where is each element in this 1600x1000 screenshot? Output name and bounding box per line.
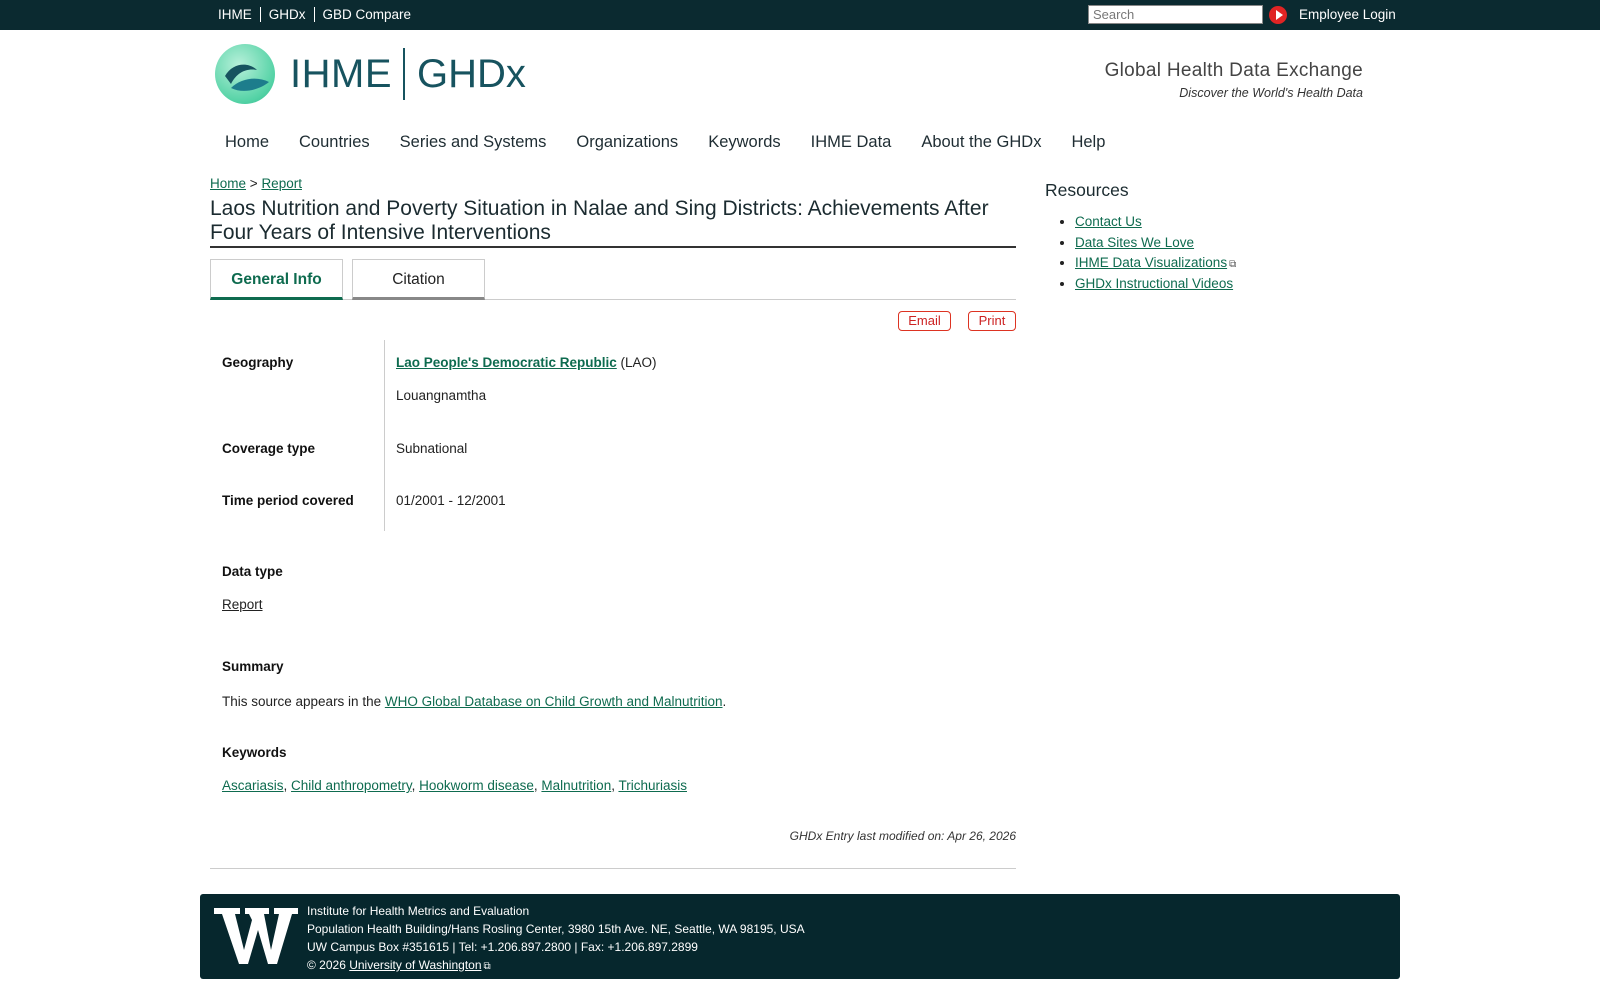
- footer-contact: UW Campus Box #351615 | Tel: +1.206.897.…: [307, 940, 698, 954]
- sidebar-item-contact: Contact Us: [1075, 214, 1236, 229]
- footer-copyright: © 2026 University of Washington ⧉: [307, 956, 805, 976]
- geography-code: (LAO): [620, 355, 657, 370]
- geography-region: Louangnamtha: [396, 388, 487, 403]
- geography-label: Geography: [222, 355, 294, 370]
- sidebar-item-data-sites: Data Sites We Love: [1075, 235, 1236, 250]
- keyword-link[interactable]: Child anthropometry: [291, 778, 412, 793]
- site-footer: Institute for Health Metrics and Evaluat…: [200, 894, 1400, 979]
- record-tabs: General Info Citation: [210, 259, 1016, 300]
- time-period-value: 01/2001 - 12/2001: [396, 493, 506, 508]
- nav-keywords[interactable]: Keywords: [708, 133, 780, 152]
- summary-label: Summary: [222, 659, 284, 674]
- keyword-link[interactable]: Hookworm disease: [419, 778, 534, 793]
- sidebar-resources: Contact Us Data Sites We Love IHME Data …: [1075, 214, 1236, 296]
- keyword-link[interactable]: Malnutrition: [541, 778, 611, 793]
- logo-ghdx-text[interactable]: GHDx: [417, 52, 526, 97]
- keyword-link[interactable]: Ascariasis: [222, 778, 284, 793]
- summary-suffix: .: [722, 694, 727, 709]
- coverage-value: Subnational: [396, 441, 468, 456]
- top-link-ghdx[interactable]: GHDx: [259, 7, 314, 22]
- search-input[interactable]: Search: [1088, 5, 1263, 24]
- external-link-icon: ⧉: [483, 961, 491, 972]
- copyright-year: © 2026: [307, 958, 346, 972]
- ihme-logo-icon[interactable]: [215, 44, 275, 104]
- print-button[interactable]: Print: [968, 311, 1016, 331]
- site-tagline: Global Health Data Exchange Discover the…: [1105, 60, 1363, 100]
- keywords-list: Ascariasis, Child anthropometry, Hookwor…: [222, 778, 687, 793]
- main-nav: Home Countries Series and Systems Organi…: [225, 133, 1135, 152]
- breadcrumb-separator: >: [249, 176, 258, 191]
- sidebar-title: Resources: [1045, 180, 1129, 200]
- search-go-icon[interactable]: [1269, 6, 1287, 24]
- visualizations-link[interactable]: IHME Data Visualizations: [1075, 255, 1227, 270]
- logo-divider: [403, 48, 405, 100]
- content-divider: [210, 868, 1016, 869]
- nav-about[interactable]: About the GHDx: [921, 133, 1041, 152]
- keyword-link[interactable]: Trichuriasis: [618, 778, 687, 793]
- footer-org: Institute for Health Metrics and Evaluat…: [307, 904, 530, 918]
- breadcrumb: Home > Report: [210, 176, 302, 191]
- page-title: Laos Nutrition and Poverty Situation in …: [210, 197, 1016, 248]
- sidebar-item-visualizations: IHME Data Visualizations⧉: [1075, 255, 1236, 270]
- coverage-label: Coverage type: [222, 441, 316, 456]
- nav-organizations[interactable]: Organizations: [576, 133, 678, 152]
- tagline-subtitle: Discover the World's Health Data: [1179, 86, 1363, 100]
- footer-address: Population Health Building/Hans Rosling …: [307, 922, 805, 936]
- nav-series-systems[interactable]: Series and Systems: [400, 133, 547, 152]
- nav-home[interactable]: Home: [225, 133, 269, 152]
- uw-logo-icon[interactable]: [214, 904, 298, 968]
- email-button[interactable]: Email: [898, 311, 951, 331]
- data-type-label: Data type: [222, 564, 283, 579]
- last-modified: GHDx Entry last modified on: Apr 26, 202…: [789, 829, 1016, 843]
- table-divider: [384, 340, 385, 531]
- tab-citation[interactable]: Citation: [352, 259, 485, 300]
- nav-countries[interactable]: Countries: [299, 133, 370, 152]
- summary-text: This source appears in the WHO Global Da…: [222, 694, 726, 709]
- breadcrumb-home[interactable]: Home: [210, 176, 246, 191]
- logo-ihme-text[interactable]: IHME: [290, 52, 392, 97]
- keywords-label: Keywords: [222, 745, 287, 760]
- data-type-link[interactable]: Report: [222, 597, 263, 612]
- top-bar: IHME GHDx GBD Compare Search Employee Lo…: [0, 0, 1600, 30]
- nav-ihme-data[interactable]: IHME Data: [811, 133, 892, 152]
- nav-help[interactable]: Help: [1071, 133, 1105, 152]
- footer-text: Institute for Health Metrics and Evaluat…: [307, 902, 805, 976]
- breadcrumb-report[interactable]: Report: [261, 176, 302, 191]
- top-link-gbd-compare[interactable]: GBD Compare: [313, 7, 420, 22]
- external-link-icon: ⧉: [1229, 259, 1237, 270]
- geography-value: Lao People's Democratic Republic (LAO): [396, 355, 657, 370]
- summary-prefix: This source appears in the: [222, 694, 385, 709]
- data-sites-link[interactable]: Data Sites We Love: [1075, 235, 1194, 250]
- instructional-videos-link[interactable]: GHDx Instructional Videos: [1075, 276, 1233, 291]
- sidebar-item-videos: GHDx Instructional Videos: [1075, 276, 1236, 291]
- top-link-ihme[interactable]: IHME: [218, 7, 260, 22]
- uw-link[interactable]: University of Washington: [349, 958, 481, 972]
- tagline-title: Global Health Data Exchange: [1104, 60, 1363, 81]
- top-links: IHME GHDx GBD Compare: [218, 7, 419, 22]
- employee-login-link[interactable]: Employee Login: [1299, 7, 1396, 22]
- geography-country-link[interactable]: Lao People's Democratic Republic: [396, 355, 617, 370]
- tab-general-info[interactable]: General Info: [210, 259, 343, 300]
- time-period-label: Time period covered: [222, 493, 354, 508]
- contact-us-link[interactable]: Contact Us: [1075, 214, 1142, 229]
- summary-who-link[interactable]: WHO Global Database on Child Growth and …: [385, 694, 723, 709]
